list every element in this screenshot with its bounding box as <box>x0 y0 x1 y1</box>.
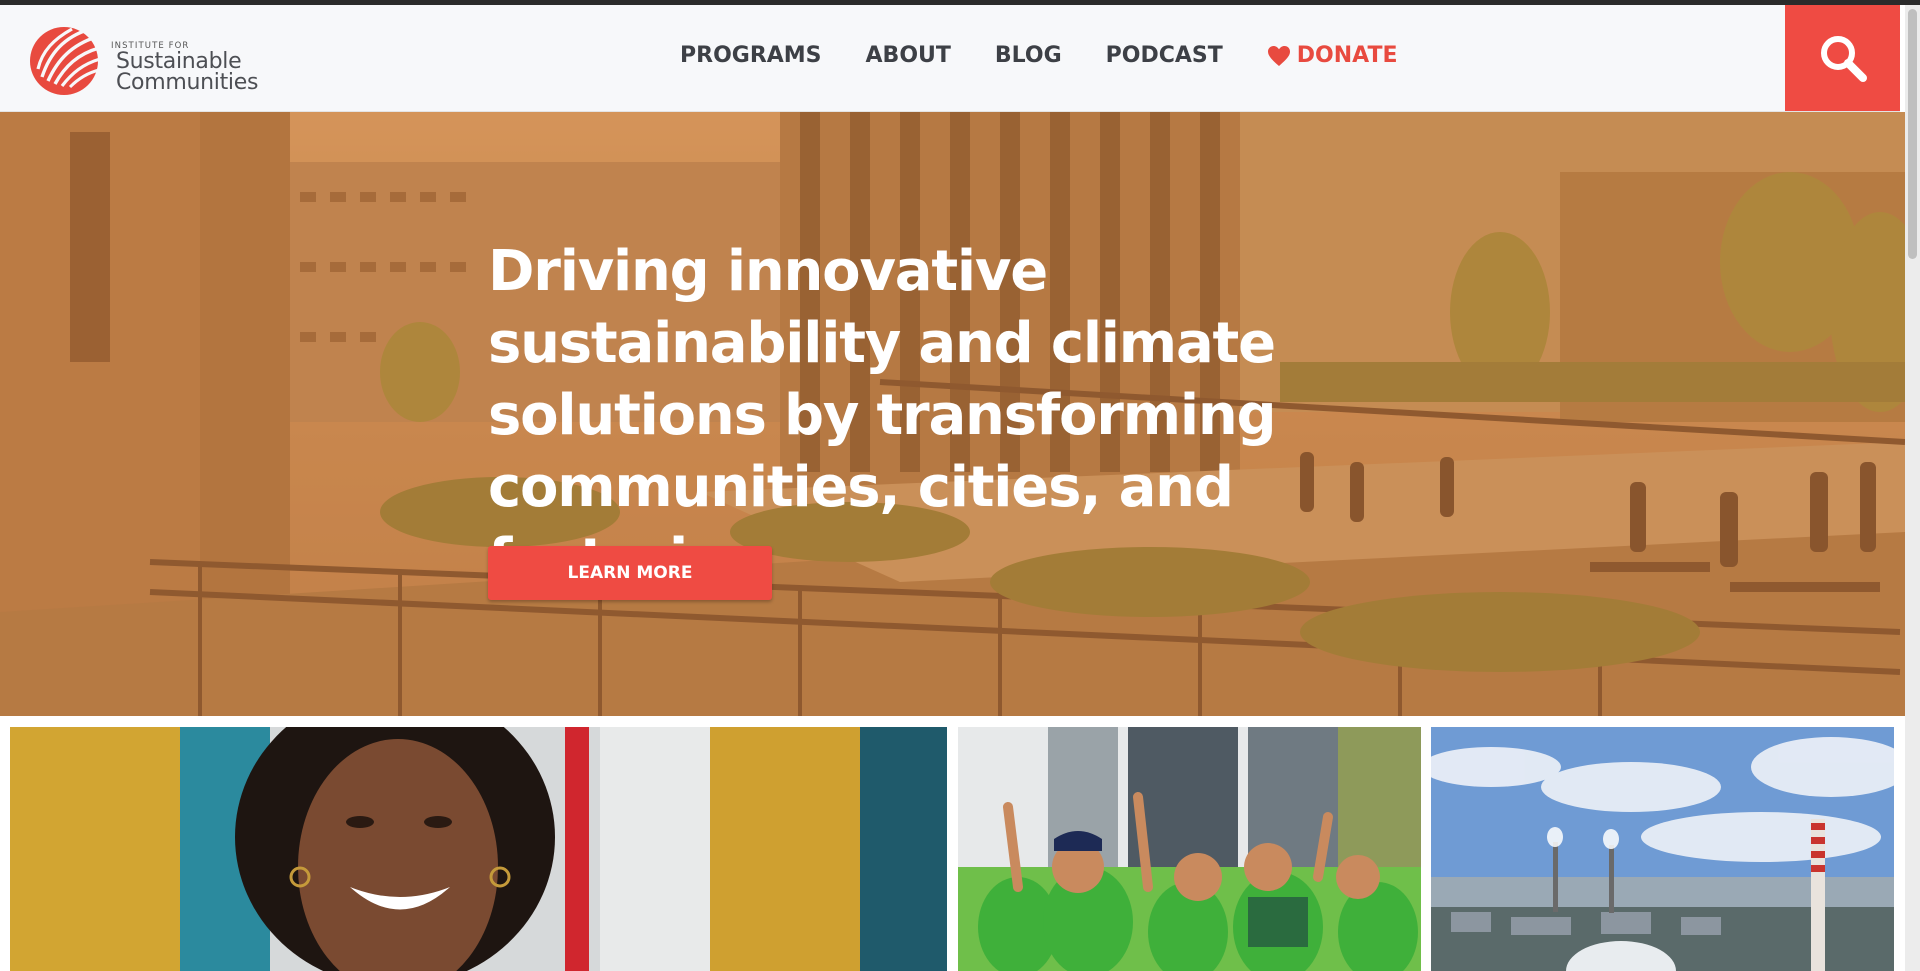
logo-mark-icon <box>30 27 101 95</box>
site-header: INSTITUTE FOR Sustainable Communities PR… <box>0 5 1900 112</box>
heart-icon <box>1267 45 1290 66</box>
nav-programs[interactable]: PROGRAMS <box>680 43 822 68</box>
card-image-factory <box>1431 727 1894 971</box>
hero-title: Driving innovative sustainability and cl… <box>488 239 1277 592</box>
main-nav: PROGRAMS ABOUT BLOG PODCAST DONATE <box>680 43 1398 68</box>
scrollbar-thumb[interactable] <box>1908 9 1917 259</box>
featured-card-3[interactable] <box>1431 727 1894 971</box>
nav-donate[interactable]: DONATE <box>1267 43 1398 68</box>
card-image-climate-march <box>958 727 1421 971</box>
featured-card-1[interactable] <box>10 727 947 971</box>
nav-about[interactable]: ABOUT <box>866 43 951 68</box>
site-logo[interactable]: INSTITUTE FOR Sustainable Communities <box>28 21 268 101</box>
logo-line-2: Communities <box>116 70 259 95</box>
page-scrollbar[interactable] <box>1905 5 1920 971</box>
search-button[interactable] <box>1785 5 1900 111</box>
search-icon <box>1820 36 1867 82</box>
nav-podcast[interactable]: PODCAST <box>1106 43 1223 68</box>
card-image-portrait <box>10 727 947 971</box>
learn-more-button[interactable]: LEARN MORE <box>488 546 772 600</box>
nav-donate-label: DONATE <box>1296 43 1398 68</box>
featured-card-2[interactable] <box>958 727 1421 971</box>
nav-blog[interactable]: BLOG <box>995 43 1062 68</box>
hero-banner: Driving innovative sustainability and cl… <box>0 112 1905 716</box>
